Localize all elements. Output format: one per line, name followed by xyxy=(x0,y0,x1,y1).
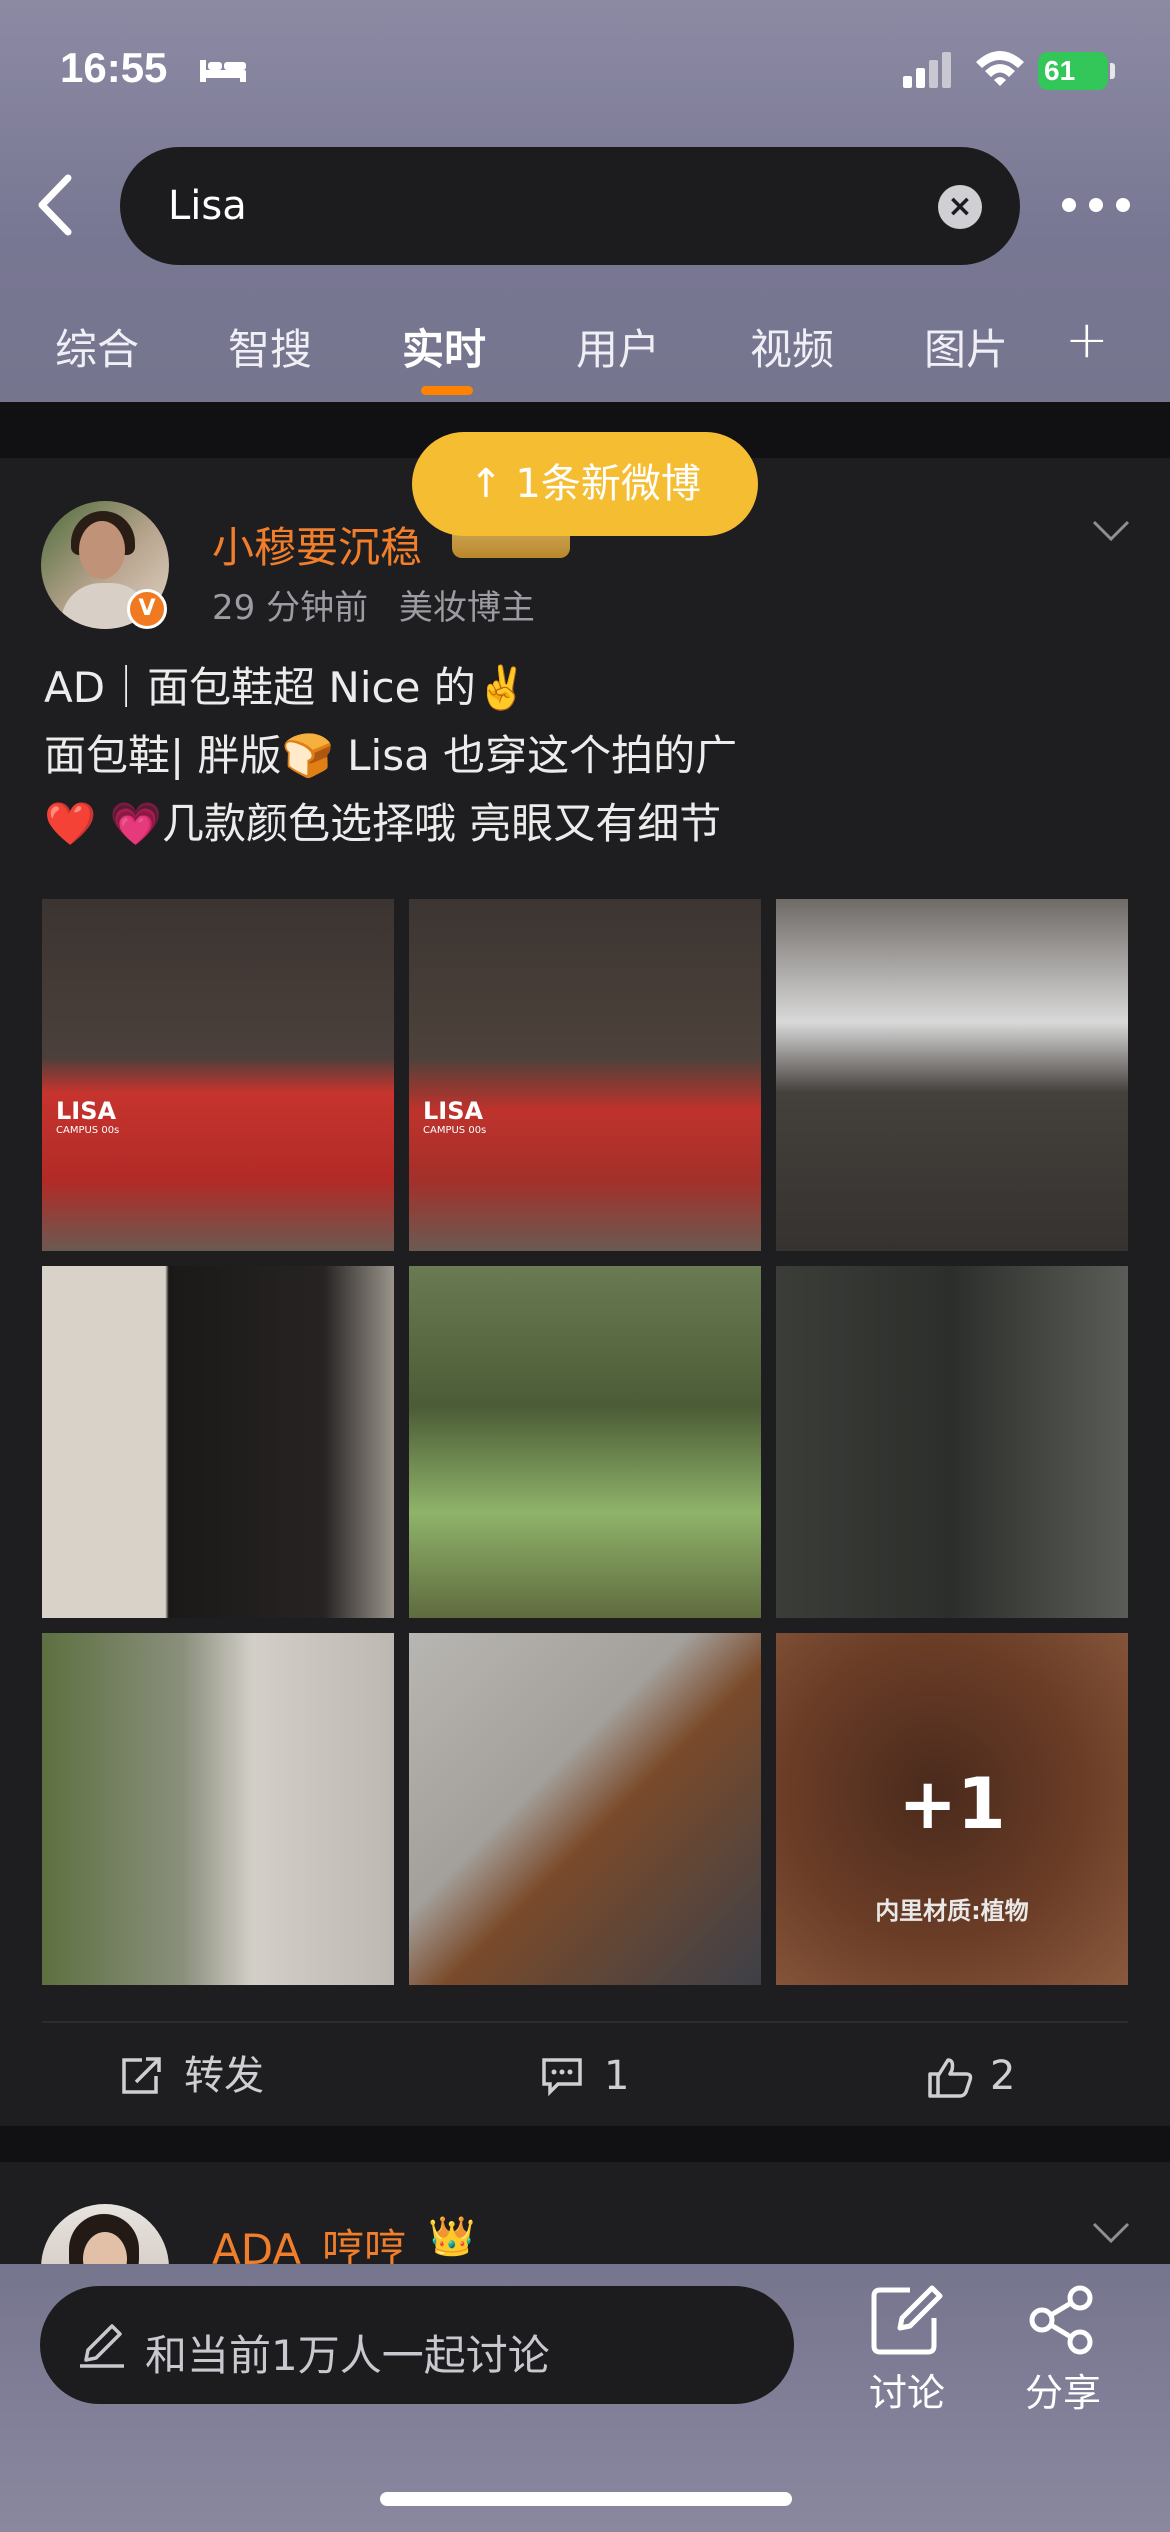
image-caption: 内里材质:植物 xyxy=(875,1897,1029,1925)
tab-users[interactable]: 用户 xyxy=(576,316,660,377)
battery-indicator: 61 xyxy=(1038,52,1108,90)
discussion-placeholder: 和当前1万人一起讨论 xyxy=(145,2331,550,2380)
image-thumbnail[interactable] xyxy=(42,1633,394,1985)
cellular-signal-icon xyxy=(903,52,951,88)
add-tab-button[interactable]: + xyxy=(1065,310,1109,370)
new-posts-button[interactable]: ↑ 1条新微博 xyxy=(412,432,758,536)
user-role: 美妆博主 xyxy=(398,588,535,628)
image-brand-subtext: CAMPUS 00s xyxy=(423,1125,487,1136)
active-tab-indicator xyxy=(421,386,473,395)
weibo-post-next[interactable]: ADA_哼哼 👑 xyxy=(0,2162,1170,2332)
search-input[interactable]: Lisa × xyxy=(120,147,1020,265)
weibo-search-screen: 16:55 61 Lisa × 综合 智搜 实时 用户 视频 图片 + V 小穆… xyxy=(0,0,1170,2532)
avatar-face xyxy=(79,521,125,579)
discuss-label: 讨论 xyxy=(868,2371,945,2415)
like-count: 2 xyxy=(990,2053,1016,2099)
image-thumbnail[interactable] xyxy=(776,1266,1128,1618)
back-arrow-icon[interactable] xyxy=(30,172,78,238)
image-thumbnail[interactable] xyxy=(42,1266,394,1618)
image-brand-text: LISA xyxy=(423,1097,484,1125)
image-thumbnail[interactable] xyxy=(409,1266,761,1618)
image-thumbnail[interactable]: LISA CAMPUS 00s xyxy=(42,899,394,1251)
image-thumbnail[interactable]: LISA CAMPUS 00s xyxy=(409,899,761,1251)
chevron-down-icon[interactable] xyxy=(1092,2222,1130,2244)
dot xyxy=(1116,198,1130,212)
post-meta: 29 分钟前 美妆博主 xyxy=(212,580,555,629)
section-divider xyxy=(0,2126,1170,2162)
search-tabs: 综合 智搜 实时 用户 视频 图片 + xyxy=(0,300,1170,400)
post-text: AD｜面包鞋超 Nice 的✌️ 面包鞋| 胖版🍞 Lisa 也穿这个拍的广 ❤… xyxy=(44,654,1134,858)
post-text-line: ❤️ 💗几款颜色选择哦 亮眼又有细节 xyxy=(44,799,722,848)
post-time: 29 分钟前 xyxy=(212,588,369,628)
post-divider xyxy=(42,2021,1128,2023)
more-options-icon[interactable] xyxy=(1062,198,1130,214)
post-text-line: 面包鞋| 胖版🍞 Lisa 也穿这个拍的广 xyxy=(44,731,738,780)
dot xyxy=(1062,198,1076,212)
clear-search-button[interactable]: × xyxy=(938,185,982,229)
thumbs-up-icon xyxy=(928,2058,973,2098)
more-images-count: +1 xyxy=(898,1763,1006,1845)
status-bar: 16:55 61 xyxy=(0,0,1170,140)
image-brand-subtext: CAMPUS 00s xyxy=(56,1125,120,1136)
repost-label: 转发 xyxy=(184,2053,264,2099)
search-query[interactable]: Lisa xyxy=(168,183,247,229)
home-indicator[interactable] xyxy=(380,2492,792,2506)
discuss-button[interactable]: 讨论 xyxy=(852,2284,962,2424)
header: 16:55 61 Lisa × 综合 智搜 实时 用户 视频 图片 + xyxy=(0,0,1170,402)
image-grid: LISA CAMPUS 00s LISA CAMPUS 00s +1 内里材质:… xyxy=(42,899,1128,1985)
tab-videos[interactable]: 视频 xyxy=(750,316,834,377)
image-thumbnail-more[interactable]: +1 内里材质:植物 xyxy=(776,1633,1128,1985)
share-button[interactable]: 分享 xyxy=(1008,2284,1118,2424)
bottom-bar: 和当前1万人一起讨论 讨论 分享 xyxy=(0,2264,1170,2532)
compose-icon xyxy=(871,2285,943,2355)
image-thumbnail[interactable] xyxy=(409,1633,761,1985)
tab-smart-search[interactable]: 智搜 xyxy=(228,316,312,377)
comment-icon xyxy=(542,2058,582,2096)
image-thumbnail[interactable] xyxy=(776,899,1128,1251)
battery-nub xyxy=(1110,63,1115,79)
tab-comprehensive[interactable]: 综合 xyxy=(55,316,139,377)
weibo-post[interactable]: V 小穆要沉稳 29 分钟前 美妆博主 AD｜面包鞋超 Nice 的✌️ 面包鞋… xyxy=(0,458,1170,2126)
repost-icon xyxy=(122,2057,161,2094)
pencil-icon xyxy=(80,2324,124,2368)
wifi-icon xyxy=(976,51,1024,86)
tab-images[interactable]: 图片 xyxy=(924,316,1008,377)
verified-badge: V xyxy=(127,589,167,629)
image-brand-text: LISA xyxy=(56,1097,117,1125)
chevron-down-icon[interactable] xyxy=(1092,520,1130,542)
tab-realtime[interactable]: 实时 xyxy=(402,316,486,377)
crown-badge: 👑 xyxy=(428,2214,476,2258)
share-label: 分享 xyxy=(1024,2371,1101,2415)
discussion-input[interactable]: 和当前1万人一起讨论 xyxy=(40,2286,794,2404)
post-text-line: AD｜面包鞋超 Nice 的✌️ xyxy=(44,663,529,712)
sleep-focus-icon xyxy=(200,60,246,82)
post-actions: 转发 1 2 xyxy=(0,2024,1170,2124)
post-username[interactable]: 小穆要沉稳 xyxy=(212,514,422,575)
share-icon xyxy=(1029,2285,1093,2355)
status-time: 16:55 xyxy=(60,44,168,91)
dot xyxy=(1089,198,1103,212)
comment-count: 1 xyxy=(604,2053,630,2099)
